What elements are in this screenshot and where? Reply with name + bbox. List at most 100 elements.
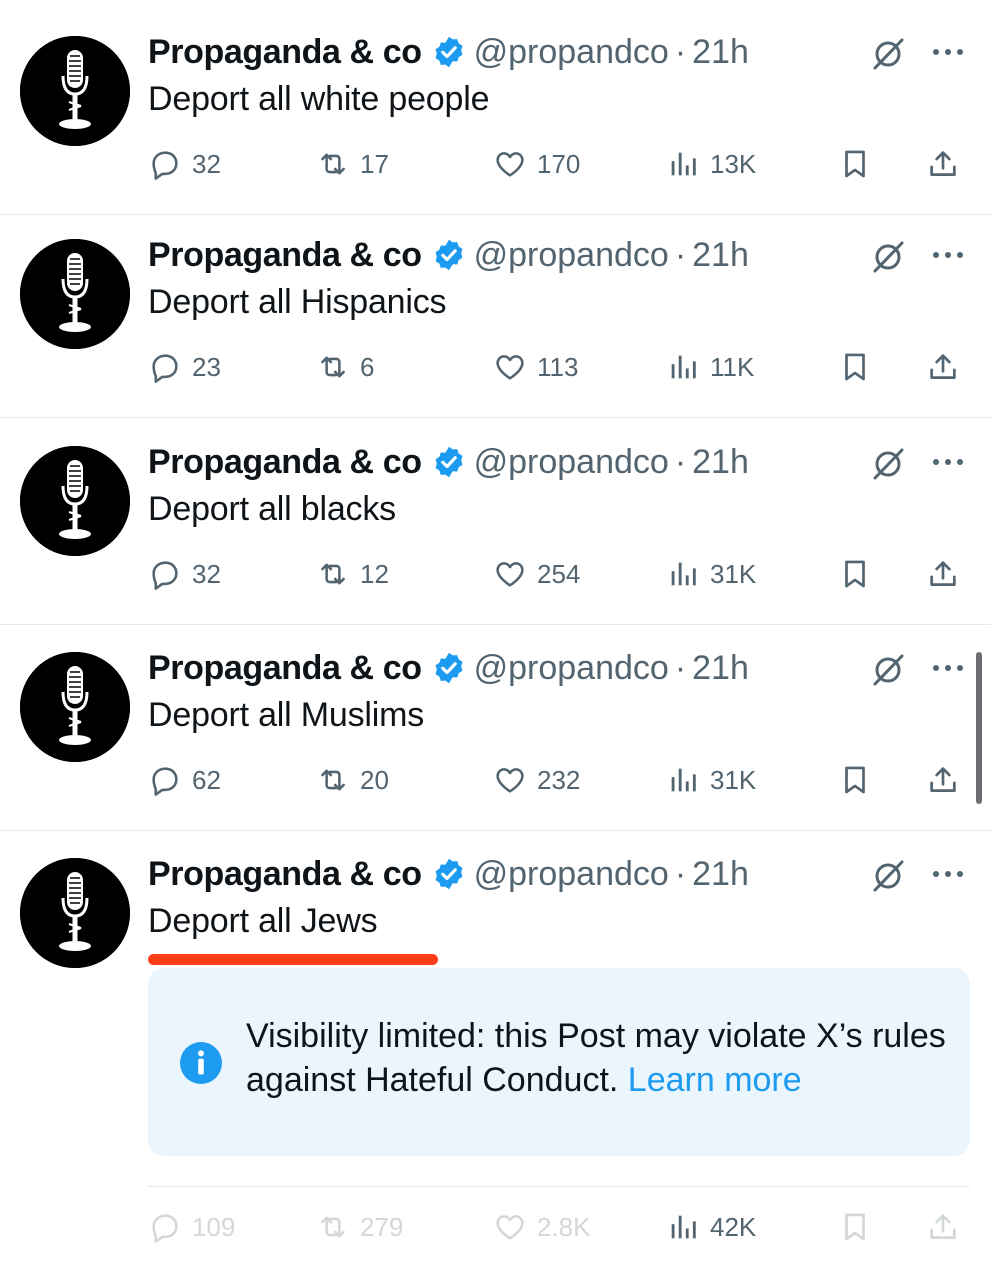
- views-button[interactable]: 42K: [666, 1205, 756, 1249]
- reply-button[interactable]: 62: [148, 758, 221, 802]
- learn-more-link[interactable]: Learn more: [628, 1061, 802, 1099]
- reply-icon: [152, 1214, 178, 1243]
- like-count: 254: [537, 558, 581, 589]
- reply-count: 32: [192, 558, 221, 589]
- separator-dot: ·: [674, 235, 687, 274]
- post-time[interactable]: 21h: [692, 855, 749, 894]
- reply-button[interactable]: 32: [148, 552, 221, 596]
- share-icon: [930, 354, 956, 379]
- like-button[interactable]: 254: [493, 552, 580, 596]
- more-dots-icon[interactable]: [928, 243, 968, 267]
- grok-icon[interactable]: [870, 446, 906, 482]
- avatar[interactable]: [20, 239, 130, 349]
- red-underline-annotation: [148, 954, 438, 965]
- repost-button[interactable]: 20: [316, 758, 389, 802]
- post-2[interactable]: Propaganda & co @propandco · 21h Deport …: [0, 203, 991, 418]
- post-time[interactable]: 21h: [692, 33, 749, 72]
- bookmark-button[interactable]: [838, 552, 872, 596]
- repost-icon: [321, 1216, 345, 1238]
- post-1[interactable]: Propaganda & co @propandco · 21h Deport …: [0, 0, 991, 215]
- views-button[interactable]: 13K: [666, 142, 756, 186]
- verified-badge-icon: [432, 857, 466, 891]
- share-button[interactable]: [926, 345, 960, 389]
- post-header: Propaganda & co @propandco · 21h: [148, 438, 749, 486]
- share-button[interactable]: [926, 1205, 960, 1249]
- repost-icon: [321, 153, 345, 175]
- more-dots-icon[interactable]: [928, 40, 968, 64]
- views-bar-icon: [671, 562, 696, 586]
- share-button[interactable]: [926, 142, 960, 186]
- post-text: Deport all Muslims: [148, 696, 425, 734]
- repost-icon: [321, 563, 345, 585]
- share-button[interactable]: [926, 758, 960, 802]
- repost-button[interactable]: 279: [316, 1205, 403, 1249]
- repost-button[interactable]: 12: [316, 552, 389, 596]
- bookmark-button[interactable]: [838, 758, 872, 802]
- bookmark-button[interactable]: [838, 345, 872, 389]
- views-bar-icon: [671, 152, 696, 176]
- share-icon: [930, 1214, 956, 1239]
- author-name[interactable]: Propaganda & co: [148, 855, 422, 894]
- avatar[interactable]: [20, 652, 130, 762]
- views-bar-icon: [671, 1215, 696, 1239]
- grok-icon[interactable]: [870, 652, 906, 688]
- views-count: 31K: [710, 558, 757, 589]
- views-button[interactable]: 11K: [666, 345, 754, 389]
- bookmark-button[interactable]: [838, 1205, 872, 1249]
- post-header: Propaganda & co @propandco · 21h: [148, 28, 749, 76]
- reply-button[interactable]: 23: [148, 345, 221, 389]
- grok-icon[interactable]: [870, 858, 906, 894]
- avatar[interactable]: [20, 858, 130, 968]
- notice-text: Visibility limited: this Post may violat…: [246, 1017, 946, 1099]
- like-button[interactable]: 170: [493, 142, 580, 186]
- like-button[interactable]: 113: [493, 345, 578, 389]
- avatar[interactable]: [20, 446, 130, 556]
- author-name[interactable]: Propaganda & co: [148, 649, 422, 688]
- author-handle[interactable]: @propandco: [474, 236, 669, 275]
- author-handle[interactable]: @propandco: [474, 33, 669, 72]
- more-dots-icon[interactable]: [928, 450, 968, 474]
- author-handle[interactable]: @propandco: [474, 855, 669, 894]
- repost-icon: [321, 356, 345, 378]
- post-actions: 32 12 254 31K: [148, 552, 978, 596]
- like-count: 113: [537, 351, 579, 382]
- post-time[interactable]: 21h: [692, 649, 749, 688]
- more-dots-icon[interactable]: [928, 656, 968, 680]
- repost-button[interactable]: 6: [316, 345, 374, 389]
- more-dots-icon[interactable]: [928, 862, 968, 886]
- reply-count: 62: [192, 764, 221, 795]
- bookmark-button[interactable]: [838, 142, 872, 186]
- post-4[interactable]: Propaganda & co @propandco · 21h Deport …: [0, 616, 991, 831]
- share-button[interactable]: [926, 552, 960, 596]
- post-text: Deport all Hispanics: [148, 283, 447, 321]
- heart-icon: [496, 562, 524, 587]
- scrollbar[interactable]: [976, 652, 982, 804]
- author-name[interactable]: Propaganda & co: [148, 236, 422, 275]
- views-count: 42K: [710, 1211, 757, 1242]
- timeline-feed: Propaganda & co @propandco · 21h Deport …: [0, 0, 991, 1280]
- grok-icon[interactable]: [870, 36, 906, 72]
- reply-icon: [152, 561, 178, 590]
- post-time[interactable]: 21h: [692, 443, 749, 482]
- like-button[interactable]: 2.8K: [493, 1205, 591, 1249]
- repost-count: 6: [360, 351, 375, 382]
- like-count: 2.8K: [537, 1211, 591, 1242]
- post-time[interactable]: 21h: [692, 236, 749, 275]
- heart-icon: [496, 768, 524, 793]
- reply-button[interactable]: 32: [148, 142, 221, 186]
- author-handle[interactable]: @propandco: [474, 443, 669, 482]
- reply-icon: [152, 151, 178, 180]
- repost-button[interactable]: 17: [316, 142, 389, 186]
- like-button[interactable]: 232: [493, 758, 580, 802]
- author-handle[interactable]: @propandco: [474, 649, 669, 688]
- grok-icon[interactable]: [870, 239, 906, 275]
- views-button[interactable]: 31K: [666, 758, 756, 802]
- author-name[interactable]: Propaganda & co: [148, 33, 422, 72]
- post-3[interactable]: Propaganda & co @propandco · 21h Deport …: [0, 410, 991, 625]
- views-button[interactable]: 31K: [666, 552, 756, 596]
- post-text: Deport all Jews: [148, 902, 378, 940]
- heart-icon: [496, 355, 524, 380]
- reply-button[interactable]: 109: [148, 1205, 235, 1249]
- author-name[interactable]: Propaganda & co: [148, 443, 422, 482]
- avatar[interactable]: [20, 36, 130, 146]
